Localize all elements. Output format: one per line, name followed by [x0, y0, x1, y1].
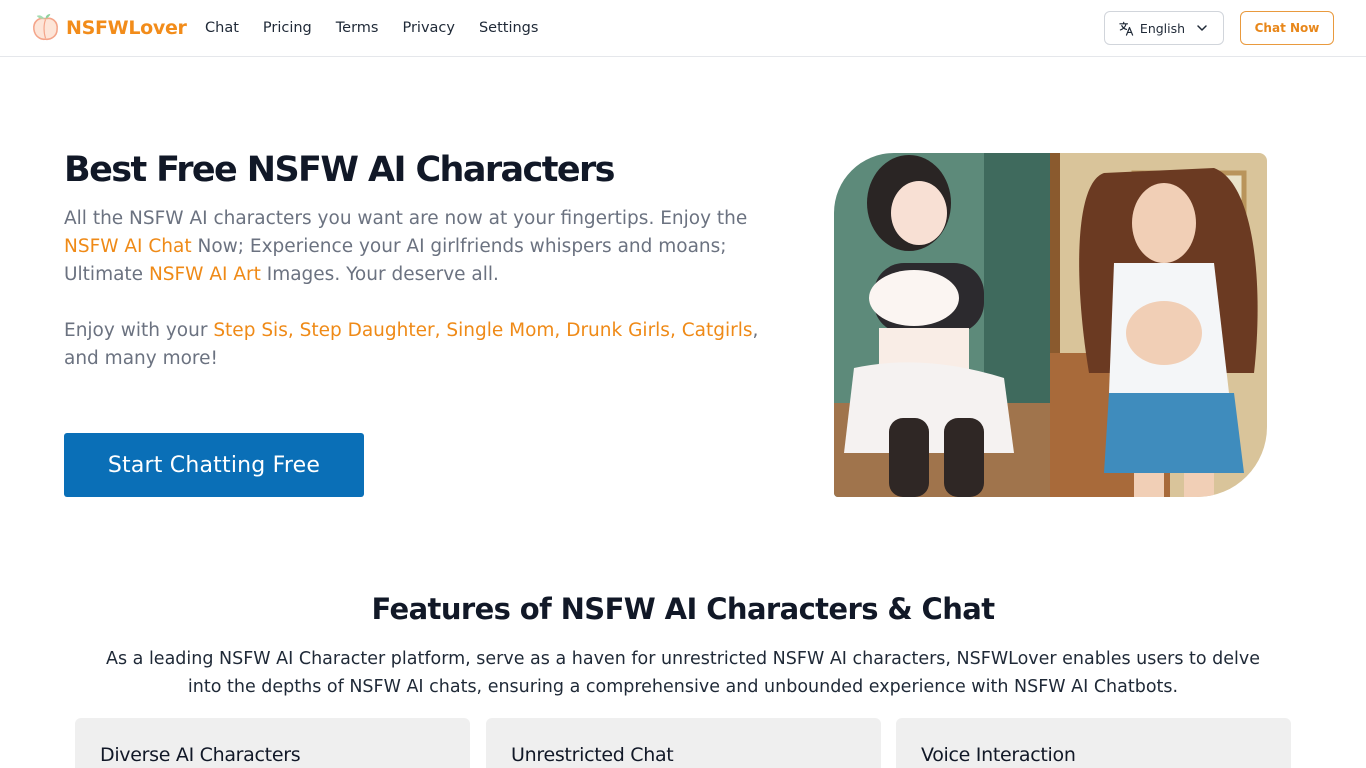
language-label: English	[1139, 20, 1186, 36]
feature-card-diverse-characters: Diverse AI Characters	[75, 718, 470, 768]
top-navbar: NSFWLover Chat Pricing Terms Privacy Set…	[0, 0, 1366, 57]
hero-title: Best Free NSFW AI Characters	[64, 150, 615, 190]
main-nav: Chat Pricing Terms Privacy Settings	[205, 18, 562, 38]
hero-text: Images. Your deserve all.	[260, 264, 499, 285]
hero-paragraph-2: Enjoy with your Step Sis, Step Daughter,…	[64, 317, 794, 373]
feature-card-unrestricted-chat: Unrestricted Chat	[486, 718, 881, 768]
character-types-highlight: Step Sis, Step Daughter, Single Mom, Dru…	[213, 320, 753, 341]
site-logo[interactable]: NSFWLover	[31, 13, 187, 42]
feature-card-voice-interaction: Voice Interaction	[896, 718, 1291, 768]
hero-text: All the NSFW AI characters you want are …	[64, 208, 748, 229]
nav-settings[interactable]: Settings	[479, 18, 538, 38]
feature-card-title: Diverse AI Characters	[100, 744, 301, 766]
nsfw-ai-chat-link[interactable]: NSFW AI Chat	[64, 236, 192, 257]
hero-description: All the NSFW AI characters you want are …	[64, 205, 794, 373]
logo-text: NSFWLover	[66, 16, 187, 39]
start-chatting-button[interactable]: Start Chatting Free	[64, 433, 364, 497]
feature-card-title: Voice Interaction	[921, 744, 1076, 766]
nav-privacy[interactable]: Privacy	[402, 18, 455, 38]
hero-illustration	[834, 153, 1267, 497]
nav-chat[interactable]: Chat	[205, 18, 239, 38]
anime-characters-image	[834, 153, 1267, 497]
peach-logo-icon	[33, 13, 58, 41]
translate-icon	[1119, 21, 1134, 36]
feature-card-title: Unrestricted Chat	[511, 744, 674, 766]
nsfw-ai-art-link[interactable]: NSFW AI Art	[149, 264, 261, 285]
features-title: Features of NSFW AI Characters & Chat	[371, 592, 995, 626]
nav-terms[interactable]: Terms	[336, 18, 379, 38]
features-description: As a leading NSFW AI Character platform,…	[106, 649, 1260, 697]
hero-text: Enjoy with your	[64, 320, 214, 341]
chevron-down-icon	[1197, 25, 1207, 31]
nav-pricing[interactable]: Pricing	[263, 18, 312, 38]
chat-now-button[interactable]: Chat Now	[1240, 11, 1334, 45]
hero-paragraph-1: All the NSFW AI characters you want are …	[64, 205, 794, 289]
language-selector[interactable]: English	[1104, 11, 1224, 45]
